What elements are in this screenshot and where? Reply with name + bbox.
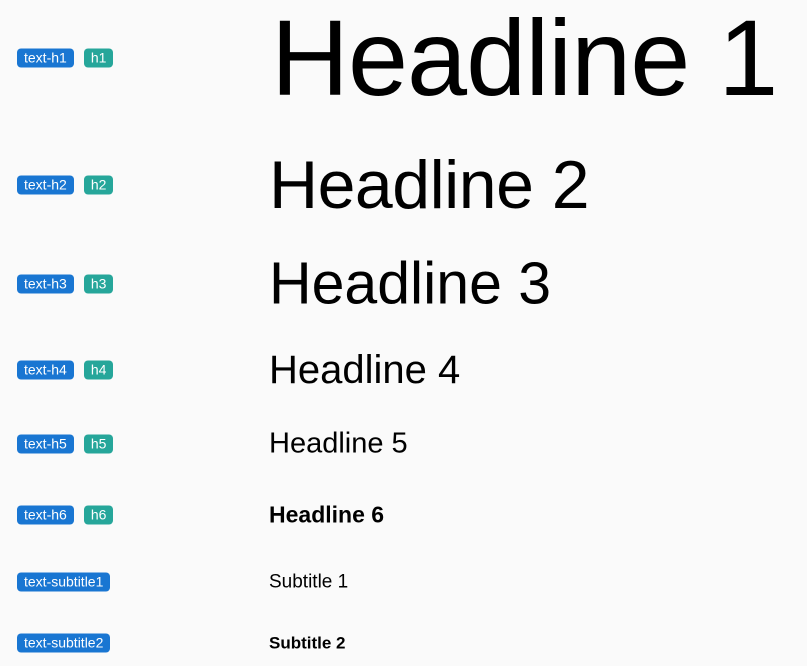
typography-row-h5: text-h5 h5 Headline 5 <box>0 424 807 464</box>
sample-headline-3: Headline 3 <box>269 250 552 317</box>
class-chip: text-subtitle2 <box>17 633 111 653</box>
sample-headline-1: Headline 1 <box>271 0 778 118</box>
sample-headline-4: Headline 4 <box>269 348 461 392</box>
tag-group: text-h6 h6 <box>17 505 114 525</box>
typography-row-subtitle2: text-subtitle2 Subtitle 2 <box>0 627 807 659</box>
tag-group: text-subtitle2 <box>17 633 111 653</box>
class-chip: text-h3 <box>17 274 74 294</box>
tag-chip: h1 <box>83 48 114 68</box>
typography-showcase: text-h1 h1 Headline 1 text-h2 h2 Headlin… <box>0 0 807 666</box>
typography-row-h3: text-h3 h3 Headline 3 <box>0 250 807 318</box>
tag-chip: h5 <box>83 434 114 454</box>
sample-subtitle-1: Subtitle 1 <box>269 571 349 593</box>
sample-headline-6: Headline 6 <box>269 501 385 528</box>
tag-group: text-h5 h5 <box>17 434 114 454</box>
typography-row-subtitle1: text-subtitle1 Subtitle 1 <box>0 566 807 598</box>
typography-row-h1: text-h1 h1 Headline 1 <box>0 0 807 116</box>
typography-row-h6: text-h6 h6 Headline 6 <box>0 497 807 533</box>
tag-chip: h6 <box>83 505 114 525</box>
class-chip: text-h6 <box>17 505 74 525</box>
class-chip: text-h1 <box>17 48 74 68</box>
class-chip: text-subtitle1 <box>17 572 111 592</box>
tag-group: text-h4 h4 <box>17 360 114 380</box>
tag-chip: h2 <box>83 175 114 195</box>
tag-chip: h3 <box>83 274 114 294</box>
typography-row-h4: text-h4 h4 Headline 4 <box>0 344 807 396</box>
sample-headline-5: Headline 5 <box>269 427 408 460</box>
tag-chip: h4 <box>83 360 114 380</box>
tag-group: text-subtitle1 <box>17 572 111 592</box>
tag-group: text-h2 h2 <box>17 175 114 195</box>
class-chip: text-h5 <box>17 434 74 454</box>
class-chip: text-h4 <box>17 360 74 380</box>
tag-group: text-h3 h3 <box>17 274 114 294</box>
sample-headline-2: Headline 2 <box>269 147 590 223</box>
sample-subtitle-2: Subtitle 2 <box>269 633 346 653</box>
tag-group: text-h1 h1 <box>17 48 114 68</box>
typography-row-h2: text-h2 h2 Headline 2 <box>0 147 807 223</box>
class-chip: text-h2 <box>17 175 74 195</box>
